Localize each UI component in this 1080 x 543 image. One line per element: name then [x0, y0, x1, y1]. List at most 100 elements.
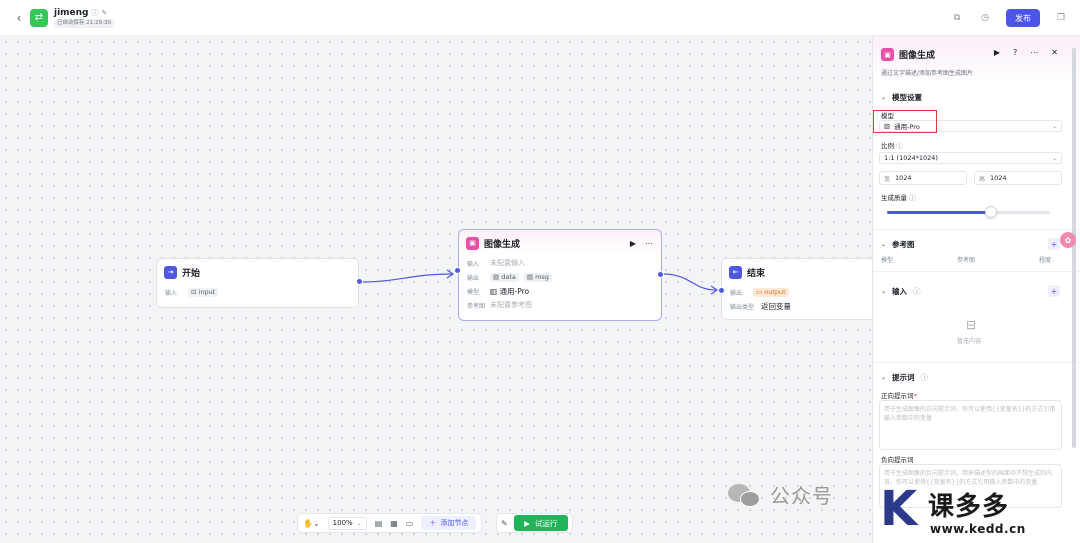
image-model-label: 模型	[467, 288, 480, 296]
reference-columns: 模型 参考图 程度	[881, 257, 1051, 264]
close-icon[interactable]: ✕	[1051, 48, 1058, 57]
start-icon: ⇥	[164, 265, 177, 279]
duplicate-icon[interactable]: ❐	[1054, 11, 1068, 25]
image-ref-value: 未配置参考图	[490, 301, 532, 309]
quality-label: 生成质量 ⓘ	[881, 194, 916, 202]
copy-icon[interactable]: ⧉	[950, 11, 964, 25]
divider	[873, 229, 1080, 230]
start-input-label: 输入	[165, 289, 178, 297]
empty-box-icon: ⊟	[965, 318, 977, 332]
debug-icon[interactable]: ✎	[501, 519, 508, 528]
run-node-icon[interactable]: ▶	[630, 239, 636, 248]
database-icon[interactable]: ▤	[375, 519, 383, 528]
info-icon[interactable]: ⓘ	[92, 8, 99, 18]
divider	[873, 271, 1080, 272]
chevron-down-icon: ⌄	[881, 374, 887, 381]
chevron-down-icon: ⌄	[881, 94, 887, 101]
model-settings-section[interactable]: ⌄ 模型设置	[881, 92, 922, 103]
zoom-select[interactable]: 100% ⌄	[327, 516, 367, 530]
panel-title: 图像生成	[899, 51, 936, 61]
brand-name: 课多多	[928, 492, 1010, 522]
start-node[interactable]: ⇥ 开始 输入 ⊡ input	[156, 258, 363, 308]
wechat-watermark-text: 公众号	[770, 484, 833, 508]
info-icon: ⓘ	[920, 373, 929, 382]
add-node-button[interactable]: ＋ 添加节点	[421, 516, 477, 530]
run-icon[interactable]: ▶	[994, 48, 1000, 57]
chevron-down-icon: ⌄	[1051, 154, 1057, 162]
wechat-watermark: 公众号	[728, 480, 833, 509]
end-icon: ⇤	[729, 265, 742, 279]
start-output-port[interactable]	[356, 278, 363, 285]
run-toolbar: ✎ ▶ 试运行	[496, 513, 573, 533]
image-grid-icon[interactable]: ▦	[390, 519, 398, 528]
end-output-label: 输出	[730, 289, 743, 297]
floating-assistant-icon[interactable]: ✿	[1060, 232, 1076, 248]
more-icon[interactable]: ⋯	[1030, 48, 1038, 57]
divider	[873, 362, 1080, 363]
image-output-port[interactable]	[657, 271, 664, 278]
image-input-port[interactable]	[454, 267, 461, 274]
top-header: ‹ ⇄ jimeng ⓘ ✎ 已自动保存 21:29:30 ⧉ ◷ 发布 ❐	[0, 0, 1080, 36]
chevron-down-icon: ⌄	[1051, 122, 1057, 130]
publish-button[interactable]: 发布	[1006, 9, 1040, 27]
end-output-var: ▭ output	[753, 287, 789, 297]
ratio-select[interactable]: 1:1 (1024*1024) ⌄	[879, 152, 1062, 164]
info-icon: ⓘ	[913, 287, 921, 296]
end-type-label: 输出类型	[730, 303, 755, 311]
edit-icon[interactable]: ✎	[102, 9, 108, 17]
input-empty-text: 暂无内容	[957, 338, 982, 345]
end-type-value: 返回变量	[761, 301, 791, 311]
positive-prompt-label: 正向提示词*	[881, 392, 917, 400]
brand-watermark: K 课多多 www.kedd.cn	[880, 484, 1080, 543]
ratio-label: 比例 ⓘ	[881, 142, 903, 150]
title-block: jimeng ⓘ ✎ 已自动保存 21:29:30	[54, 8, 114, 28]
image-input-label: 输入	[467, 260, 480, 268]
chevron-down-icon: ⌄	[881, 241, 887, 248]
panel-scrollbar[interactable]	[1072, 48, 1076, 448]
width-input[interactable]: 宽 1024	[879, 171, 967, 185]
add-input-button[interactable]: +	[1048, 285, 1060, 297]
image-model-value: ▥ 通用-Pro	[490, 286, 530, 296]
quality-slider-handle[interactable]	[985, 206, 998, 218]
prompt-section[interactable]: ⌄ 提示词 ⓘ	[881, 372, 928, 383]
end-input-port[interactable]	[718, 287, 725, 294]
add-reference-button[interactable]: +	[1048, 238, 1060, 250]
brand-logo-icon: K	[880, 481, 918, 537]
quality-slider[interactable]	[887, 206, 1050, 218]
image-icon: ▣	[466, 236, 479, 250]
pointer-mode-icon[interactable]: ✋⌄	[303, 519, 320, 528]
image-ref-label: 参考图	[467, 302, 486, 310]
autosave-status: 已自动保存 21:29:30	[54, 18, 114, 28]
wechat-icon	[728, 482, 762, 508]
reference-section[interactable]: ⌄ 参考图	[881, 239, 915, 250]
start-input-var: ⊡ input	[188, 287, 219, 297]
image-input-value: 未配置输入	[490, 259, 525, 267]
edge-start-image	[359, 273, 453, 283]
positive-prompt-input[interactable]: 用于生成图像的正向提示词，你可以使用{{变量名}}的方式引用输入参数中的变量	[879, 400, 1062, 450]
help-icon[interactable]: ?	[1013, 48, 1017, 57]
app-logo-icon: ⇄	[30, 8, 48, 27]
input-section[interactable]: ⌄ 输入 ⓘ	[881, 286, 921, 297]
canvas-toolbar: ✋⌄ 100% ⌄ ▤ ▦ ▭ ＋ 添加节点	[297, 513, 483, 533]
more-icon[interactable]: ⋯	[645, 239, 653, 248]
output-msg-var: ▤ msg	[523, 272, 552, 282]
model-highlight-box	[873, 110, 937, 133]
image-gen-node[interactable]: ▣ 图像生成 ▶ ⋯ 输入 未配置输入 输出 ▤ data ▤ msg 模型 ▥…	[454, 229, 664, 321]
test-run-button[interactable]: ▶ 试运行	[513, 515, 568, 531]
image-icon: ▣	[881, 48, 894, 61]
end-node-title: 结束	[747, 268, 766, 279]
image-node-title: 图像生成	[484, 239, 521, 250]
back-icon[interactable]: ‹	[12, 11, 26, 25]
height-input[interactable]: 高 1024	[974, 171, 1062, 185]
end-node[interactable]: ⇤ 结束 输出 ▭ output 输出类型 返回变量	[718, 258, 881, 320]
panel-description: 通过文字描述/添加参考图生成图片	[881, 70, 974, 77]
panel-header: ▣ 图像生成 ▶ ? ⋯ ✕ 通过文字描述/添加参考图生成图片	[873, 36, 1080, 84]
output-data-var: ▤ data	[490, 272, 519, 282]
image-output-label: 输出	[467, 274, 480, 282]
app-name: jimeng	[54, 7, 89, 18]
chevron-down-icon: ⌄	[881, 288, 887, 295]
brand-url: www.kedd.cn	[930, 522, 1026, 536]
negative-prompt-label: 负向提示词	[881, 456, 914, 464]
history-icon[interactable]: ◷	[978, 11, 992, 25]
minimap-icon[interactable]: ▭	[406, 519, 414, 528]
